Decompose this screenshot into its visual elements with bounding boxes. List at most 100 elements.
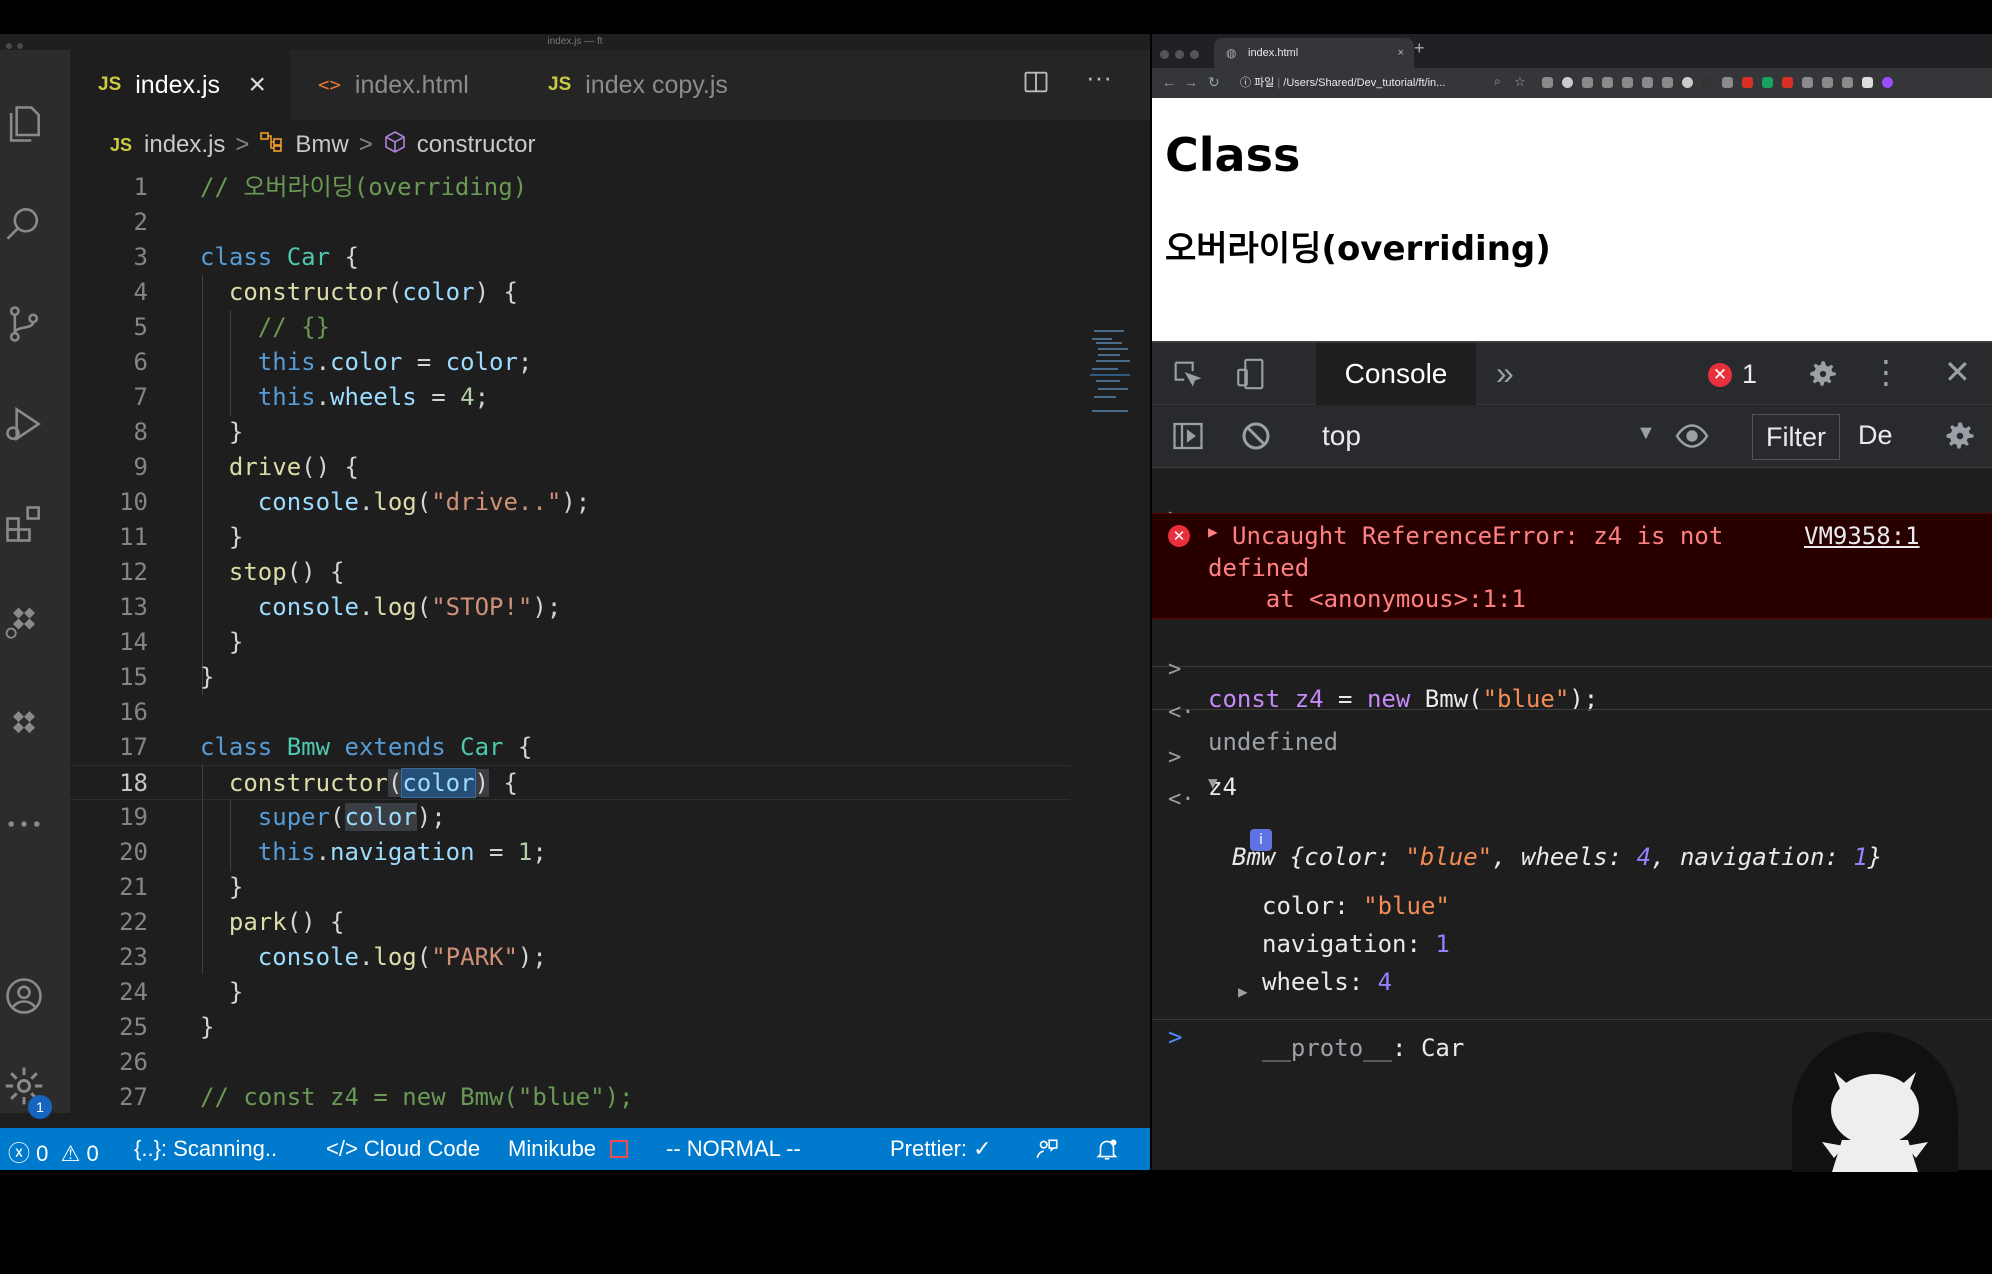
extension-icon[interactable] (1542, 77, 1553, 88)
code-line: 6 this.color = color; (133, 348, 533, 376)
console-object-row[interactable]: <· ▼ Bmw {color: "blue", wheels: 4, navi… (1152, 759, 1992, 871)
code-editor[interactable]: 1// 오버라이딩(overriding) 2 3 class Car { 4 c… (70, 170, 1150, 1113)
extensions-icon[interactable] (0, 500, 48, 548)
minimap[interactable] (1090, 330, 1150, 420)
breadcrumb-class[interactable]: Bmw (295, 131, 348, 159)
console-settings-gear-icon[interactable] (1942, 418, 1978, 459)
method-cube-icon (383, 130, 407, 161)
close-devtools-icon[interactable]: ✕ (1944, 353, 1971, 391)
extension-icon[interactable] (1722, 77, 1733, 88)
console-prompt-icon[interactable]: > (1168, 1023, 1182, 1051)
tab-index-js[interactable]: JS index.js × (70, 50, 290, 120)
new-tab-button[interactable]: + (1414, 38, 1425, 59)
error-count[interactable]: 1 (1742, 359, 1757, 390)
kebab-menu-icon[interactable]: ⋮ (1870, 353, 1902, 391)
extension-icon[interactable] (1782, 77, 1793, 88)
extension-icon[interactable] (1802, 77, 1813, 88)
sidebar-toggle-icon[interactable] (1170, 418, 1206, 459)
notifications-bell-icon[interactable] (1094, 1136, 1120, 1168)
tab-label: index.js (135, 70, 221, 99)
log-levels-dropdown[interactable]: De (1858, 420, 1893, 451)
browser-tab[interactable]: ◍ index.html × (1214, 38, 1414, 68)
extension-icon[interactable] (1702, 77, 1713, 88)
run-debug-icon[interactable] (0, 400, 48, 448)
extension-icon[interactable] (1622, 77, 1633, 88)
code-line: 10 console.log("drive.."); (119, 488, 591, 516)
error-source-link[interactable]: VM9358:1 (1804, 522, 1920, 550)
object-property-row: color: "blue" (1262, 892, 1450, 920)
cloud-code-status[interactable]: </> Cloud Code (326, 1136, 480, 1162)
extension-icon[interactable] (1582, 77, 1593, 88)
scanning-status[interactable]: {..}: Scanning.. (134, 1136, 277, 1162)
profile-avatar-icon[interactable] (1882, 77, 1893, 88)
account-icon[interactable] (0, 972, 48, 1020)
device-toolbar-icon[interactable] (1234, 357, 1268, 396)
console-input-row: > z4 (1168, 745, 1237, 801)
settings-gear-icon[interactable] (1806, 357, 1840, 396)
code-line: 8 } (133, 418, 244, 446)
inspect-element-icon[interactable] (1170, 357, 1204, 396)
extension-icon[interactable] (1842, 77, 1853, 88)
extension-icon[interactable] (1742, 77, 1753, 88)
tab-label: index copy.js (585, 70, 728, 99)
extension-icon[interactable] (1682, 77, 1693, 88)
remote-explorer-icon[interactable] (0, 700, 48, 748)
error-badge-icon[interactable]: ✕ (1708, 363, 1732, 387)
page-heading: Class (1165, 128, 1301, 182)
more-tabs-icon[interactable]: » (1496, 355, 1514, 392)
extension-puzzle-icon[interactable] (1862, 77, 1873, 88)
minikube-status[interactable]: Minikube (508, 1136, 629, 1162)
tab-index-html[interactable]: <> index.html (290, 50, 520, 120)
clear-console-icon[interactable] (1238, 418, 1274, 459)
more-actions-icon[interactable]: ··· (1086, 62, 1112, 93)
live-expression-eye-icon[interactable] (1672, 418, 1712, 459)
split-editor-icon[interactable] (1022, 68, 1050, 103)
collapse-triangle-icon[interactable]: ▼ (1208, 773, 1218, 792)
extension-icon[interactable] (1822, 77, 1833, 88)
more-icon[interactable] (0, 800, 48, 848)
extension-icon[interactable] (1602, 77, 1613, 88)
editor-tabs: JS index.js × <> index.html JS index cop… (70, 50, 1150, 120)
extension-icon[interactable] (1762, 77, 1773, 88)
explorer-icon[interactable] (0, 100, 48, 148)
filter-input[interactable]: Filter (1752, 414, 1840, 460)
extension-icon[interactable] (1662, 77, 1673, 88)
expand-triangle-icon[interactable]: ▶ (1208, 522, 1218, 541)
js-file-icon: JS (98, 74, 122, 95)
code-brackets-icon: </> (326, 1136, 364, 1161)
zoom-icon[interactable]: ⌕ (1494, 74, 1501, 89)
tab-console[interactable]: Console (1316, 343, 1476, 405)
chevron-right-icon: > (235, 131, 250, 158)
back-arrow-icon[interactable]: ← (1162, 74, 1176, 90)
code-line: 5 // {} (133, 313, 331, 341)
code-line: 22 park() { (119, 908, 345, 936)
object-proto-row[interactable]: ▶ __proto__: Car (1152, 978, 1992, 1062)
window-title: index.js — ft (547, 36, 603, 47)
chevron-right-icon: > (358, 131, 373, 158)
extension-icon[interactable] (1562, 77, 1573, 88)
bookmark-star-icon[interactable]: ☆ (1514, 74, 1526, 90)
code-line: 19 super(color); (119, 803, 446, 831)
context-selector[interactable]: top (1322, 420, 1361, 452)
window-controls[interactable] (1160, 46, 1205, 64)
problems-status[interactable]: ⓧ 0 ⚠ 0 (8, 1136, 99, 1168)
source-control-icon[interactable] (0, 300, 48, 348)
code-line: 21 } (119, 873, 244, 901)
extension-icon[interactable] (1642, 77, 1653, 88)
cloud-code-icon[interactable] (0, 600, 48, 648)
dropdown-caret-icon[interactable]: ▼ (1636, 422, 1656, 445)
activity-bar: 1 (0, 50, 70, 1119)
tab-index-copy-js[interactable]: JS index copy.js (520, 50, 760, 120)
breadcrumb-file[interactable]: index.js (144, 131, 225, 159)
expand-triangle-icon[interactable]: ▶ (1238, 982, 1248, 1001)
search-icon[interactable] (0, 200, 48, 248)
prettier-status[interactable]: Prettier: ✓ (890, 1136, 992, 1162)
info-icon[interactable]: i (1250, 829, 1272, 851)
address-bar[interactable]: ⓘ 파일 | /Users/Shared/Dev_tutorial/ft/in.… (1240, 72, 1445, 94)
close-tab-icon[interactable]: × (1398, 38, 1404, 68)
feedback-icon[interactable] (1034, 1136, 1060, 1168)
reload-icon[interactable]: ↻ (1208, 74, 1220, 91)
close-tab-icon[interactable]: × (248, 68, 266, 102)
breadcrumb-method[interactable]: constructor (417, 131, 536, 159)
forward-arrow-icon[interactable]: → (1184, 74, 1198, 90)
